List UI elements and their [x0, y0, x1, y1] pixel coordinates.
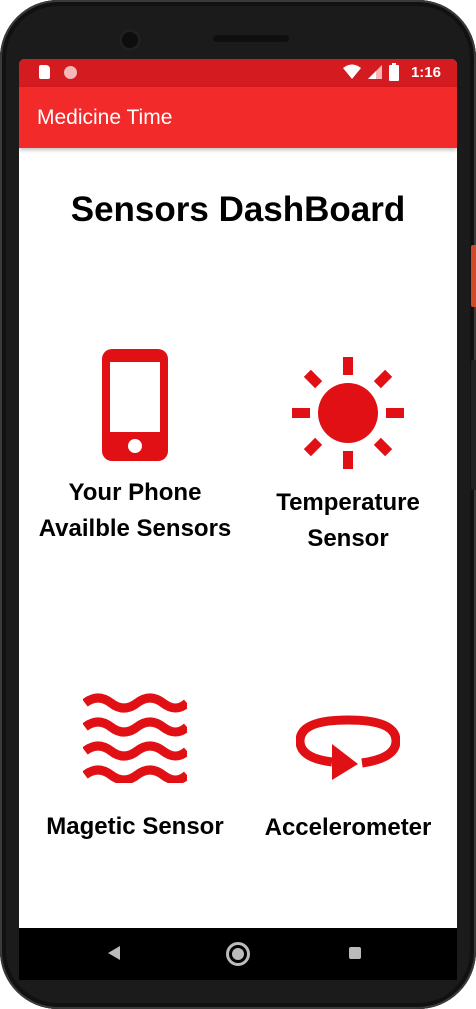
phone-icon: [102, 349, 168, 461]
tile-label-line1: Accelerometer: [264, 814, 432, 841]
tile-label-line1: Temperature: [276, 489, 420, 516]
tile-label-line1: Your Phone: [68, 479, 202, 506]
rotate-arrow-icon: [296, 715, 400, 780]
navigation-bar: [19, 928, 457, 980]
tile-label-line1: Magetic Sensor: [46, 813, 224, 840]
tile-phone-sensors[interactable]: Your Phone Availble Sensors: [25, 349, 245, 547]
tile-temperature-sensor[interactable]: Temperature Sensor: [239, 357, 457, 557]
home-icon-inner: [232, 948, 244, 960]
tile-label-line2: Sensor: [307, 525, 389, 552]
status-bar: 1:16: [19, 59, 457, 87]
app-bar: Medicine Time: [19, 87, 457, 148]
tile-accelerometer[interactable]: Accelerometer: [239, 714, 457, 846]
signal-icon: [367, 65, 382, 79]
phone-frame: 1:16 Medicine Time Sensors DashBoard You…: [0, 0, 476, 1009]
status-time: 1:16: [410, 63, 441, 81]
front-camera: [119, 29, 141, 51]
back-icon[interactable]: [108, 946, 120, 960]
power-button: [471, 245, 476, 307]
volume-button: [471, 360, 476, 490]
earpiece-speaker: [213, 35, 289, 42]
waves-icon: [83, 693, 187, 783]
wifi-icon: [342, 64, 361, 79]
tile-label-line2: Availble Sensors: [38, 515, 232, 542]
recents-icon[interactable]: [349, 947, 361, 959]
app-title: Medicine Time: [37, 106, 173, 129]
sd-card-icon: [39, 65, 50, 79]
tile-magnetic-sensor[interactable]: Magetic Sensor: [25, 693, 245, 845]
battery-icon: [388, 63, 399, 81]
page-title: Sensors DashBoard: [70, 190, 406, 229]
screen: 1:16 Medicine Time Sensors DashBoard You…: [19, 59, 457, 928]
notification-dot-icon: [64, 65, 77, 79]
sun-icon: [292, 357, 404, 469]
home-icon[interactable]: [226, 942, 250, 966]
